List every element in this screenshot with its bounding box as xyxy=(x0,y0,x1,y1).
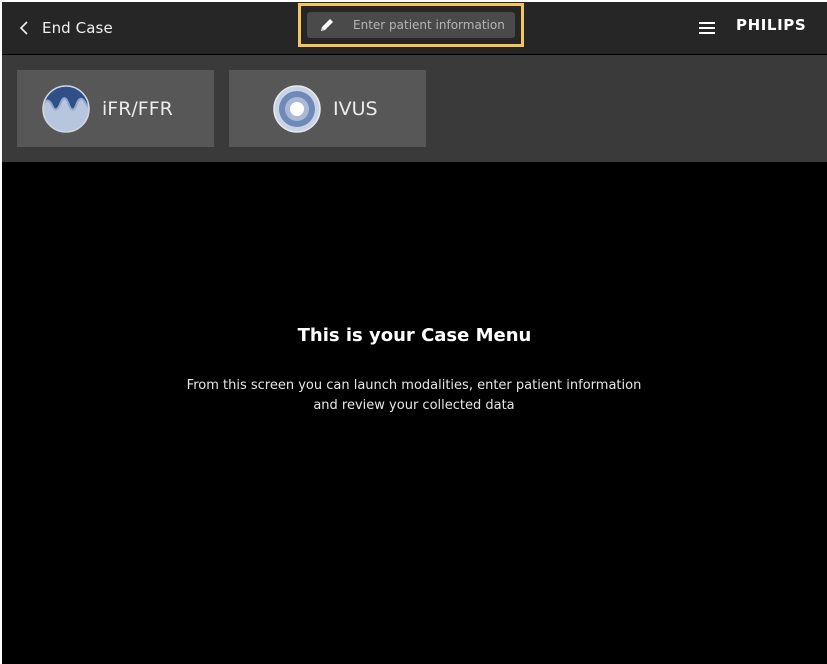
top-bar: End Case Enter patient information PHILI… xyxy=(2,2,827,54)
pressure-wave-icon xyxy=(42,84,90,133)
enter-patient-information-button[interactable]: Enter patient information xyxy=(307,12,515,38)
ivus-target-icon xyxy=(273,84,321,133)
modality-ivus-tile[interactable]: IVUS xyxy=(229,70,426,147)
chevron-left-icon xyxy=(14,14,34,42)
modality-bar: iFR/FFR IVUS xyxy=(2,55,827,162)
case-menu-screen: End Case Enter patient information PHILI… xyxy=(2,2,827,664)
end-case-button[interactable]: End Case xyxy=(14,14,113,42)
modality-ifr-ffr-tile[interactable]: iFR/FFR xyxy=(17,70,214,147)
modality-ifr-ffr-label: iFR/FFR xyxy=(102,97,173,120)
case-menu-title: This is your Case Menu xyxy=(297,325,532,346)
case-menu-message: This is your Case Menu From this screen … xyxy=(2,162,827,664)
case-menu-description: From this screen you can launch modaliti… xyxy=(114,376,714,416)
patient-info-highlight: Enter patient information xyxy=(298,3,524,47)
pencil-icon xyxy=(317,15,337,35)
enter-patient-information-label: Enter patient information xyxy=(353,18,505,32)
description-line: From this screen you can launch modaliti… xyxy=(186,378,642,393)
end-case-label: End Case xyxy=(42,19,113,37)
modality-ivus-label: IVUS xyxy=(333,97,378,120)
description-line: and review your collected data xyxy=(313,398,515,413)
philips-logo: PHILIPS xyxy=(736,16,807,34)
hamburger-menu-icon[interactable] xyxy=(699,20,717,36)
